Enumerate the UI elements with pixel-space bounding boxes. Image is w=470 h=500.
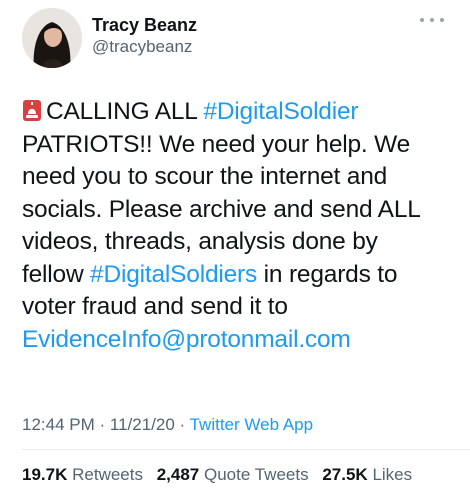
tweet-text-segment: in regards to bbox=[257, 260, 398, 288]
tweet-line: fellow #DigitalSoldiers in regards to bbox=[22, 259, 462, 292]
retweets-label: Retweets bbox=[72, 465, 143, 484]
user-handle[interactable]: @tracybeanz bbox=[92, 36, 197, 58]
tweet-line: socials. Please archive and send ALL bbox=[22, 195, 421, 223]
separator: · bbox=[94, 415, 110, 434]
divider bbox=[22, 449, 470, 450]
retweets-count: 19.7K bbox=[22, 465, 68, 484]
tweet-line: EvidenceInfo@protonmail.com bbox=[22, 324, 462, 357]
display-name[interactable]: Tracy Beanz bbox=[92, 14, 197, 36]
avatar[interactable] bbox=[22, 8, 82, 68]
email-link[interactable]: EvidenceInfo@protonmail.com bbox=[22, 326, 351, 353]
quote-tweets-stat[interactable]: 2,487 Quote Tweets bbox=[157, 465, 309, 484]
tweet-text: CALLING ALL #DigitalSoldier PATRIOTS!! W… bbox=[22, 96, 462, 356]
source-app-link[interactable]: Twitter Web App bbox=[190, 415, 313, 434]
hashtag-link[interactable]: #DigitalSoldiers bbox=[90, 261, 257, 288]
quote-tweets-label: Quote Tweets bbox=[204, 465, 309, 484]
more-horizontal-icon[interactable] bbox=[420, 12, 444, 28]
engagement-stats: 19.7K Retweets 2,487 Quote Tweets 27.5K … bbox=[22, 463, 421, 487]
user-identity[interactable]: Tracy Beanz @tracybeanz bbox=[92, 14, 197, 58]
tweet-line: need you to scour the internet and bbox=[22, 163, 388, 190]
tweet-time[interactable]: 12:44 PM bbox=[22, 415, 95, 434]
tweet-date[interactable]: 11/21/20 bbox=[110, 415, 175, 434]
tweet-line: CALLING ALL #DigitalSoldier bbox=[22, 96, 462, 129]
tweet-line: PATRIOTS!! We need your help. We bbox=[22, 130, 411, 158]
likes-label: Likes bbox=[372, 465, 413, 484]
quote-tweets-count: 2,487 bbox=[156, 465, 200, 484]
likes-stat[interactable]: 27.5K Likes bbox=[322, 465, 412, 484]
tweet-text-segment: fellow bbox=[22, 260, 91, 288]
separator: · bbox=[174, 415, 190, 434]
tweet-line: videos, threads, analysis done by bbox=[22, 228, 378, 255]
likes-count: 27.5K bbox=[322, 465, 368, 484]
tweet-header: Tracy Beanz @tracybeanz bbox=[22, 8, 452, 68]
police-car-light-icon bbox=[23, 100, 41, 121]
hashtag-link[interactable]: #DigitalSoldier bbox=[203, 98, 358, 125]
tweet-metadata: 12:44 PM · 11/21/20 · Twitter Web App bbox=[22, 413, 313, 437]
tweet-text-segment: CALLING ALL bbox=[46, 98, 204, 125]
tweet-line: voter fraud and send it to bbox=[22, 293, 288, 320]
retweets-stat[interactable]: 19.7K Retweets bbox=[22, 465, 143, 484]
